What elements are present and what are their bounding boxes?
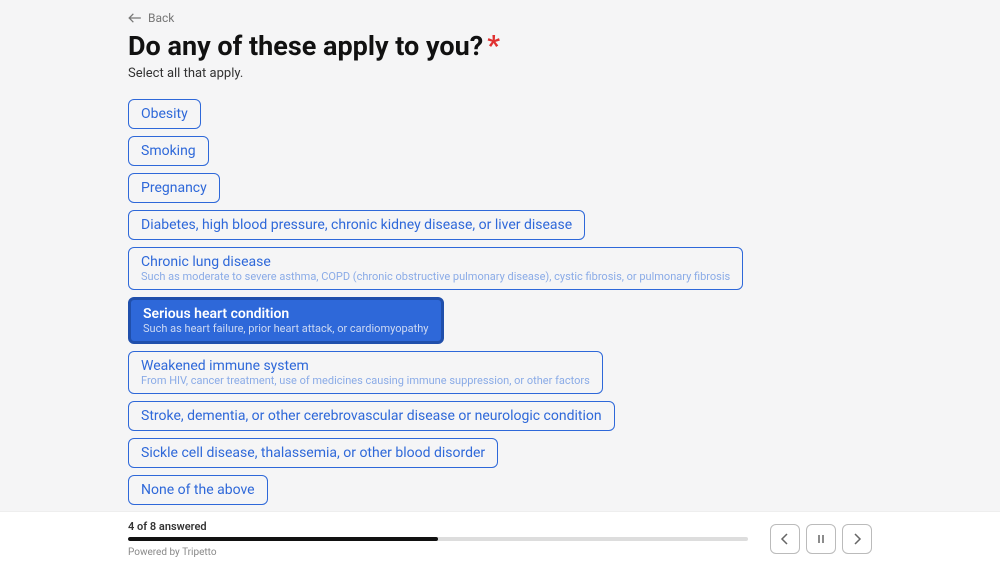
option-checkbox[interactable]: Sickle cell disease, thalassemia, or oth… xyxy=(128,438,498,468)
option-checkbox[interactable]: None of the above xyxy=(128,475,268,505)
option-label: Serious heart condition xyxy=(143,306,429,322)
option-description: Such as heart failure, prior heart attac… xyxy=(143,322,429,335)
option-checkbox[interactable]: Chronic lung diseaseSuch as moderate to … xyxy=(128,247,743,290)
nav-buttons xyxy=(770,524,872,554)
option-checkbox[interactable]: Pregnancy xyxy=(128,173,220,203)
question-subtitle: Select all that apply. xyxy=(128,66,872,81)
option-label: Pregnancy xyxy=(141,180,207,196)
question-text: Do any of these apply to you? xyxy=(128,30,483,62)
option-label: Smoking xyxy=(141,143,196,159)
option-checkbox[interactable]: Serious heart conditionSuch as heart fai… xyxy=(128,297,444,344)
option-label: Sickle cell disease, thalassemia, or oth… xyxy=(141,445,485,461)
option-checkbox[interactable]: Obesity xyxy=(128,99,201,129)
option-checkbox[interactable]: Stroke, dementia, or other cerebrovascul… xyxy=(128,401,615,431)
pause-icon xyxy=(815,533,827,545)
back-label: Back xyxy=(148,11,174,25)
powered-by: Powered by Tripetto xyxy=(128,547,748,558)
option-checkbox[interactable]: Smoking xyxy=(128,136,209,166)
option-label: Obesity xyxy=(141,106,188,122)
pause-button[interactable] xyxy=(806,524,836,554)
options-list: Obesity Smoking Pregnancy Diabetes, high bl… xyxy=(128,99,872,505)
arrow-left-icon xyxy=(128,13,142,23)
option-label: Stroke, dementia, or other cerebrovascul… xyxy=(141,408,602,424)
back-button[interactable]: Back xyxy=(128,11,174,25)
chevron-right-icon xyxy=(851,533,863,545)
chevron-left-icon xyxy=(779,533,791,545)
option-description: From HIV, cancer treatment, use of medic… xyxy=(141,374,590,387)
option-description: Such as moderate to severe asthma, COPD … xyxy=(141,270,730,283)
progress-text: 4 of 8 answered xyxy=(128,520,748,533)
progress-fill xyxy=(128,537,438,541)
option-checkbox[interactable]: Weakened immune systemFrom HIV, cancer t… xyxy=(128,351,603,394)
option-label: Diabetes, high blood pressure, chronic k… xyxy=(141,217,572,233)
option-label: Weakened immune system xyxy=(141,358,590,374)
question-title: Do any of these apply to you? * xyxy=(128,29,872,62)
option-label: Chronic lung disease xyxy=(141,254,730,270)
option-checkbox[interactable]: Diabetes, high blood pressure, chronic k… xyxy=(128,210,585,240)
required-indicator: * xyxy=(487,29,500,62)
progress-section: 4 of 8 answered Powered by Tripetto xyxy=(128,520,748,558)
option-label: None of the above xyxy=(141,482,255,498)
next-button[interactable] xyxy=(842,524,872,554)
prev-button[interactable] xyxy=(770,524,800,554)
footer: 4 of 8 answered Powered by Tripetto xyxy=(0,511,1000,572)
progress-bar xyxy=(128,537,748,541)
